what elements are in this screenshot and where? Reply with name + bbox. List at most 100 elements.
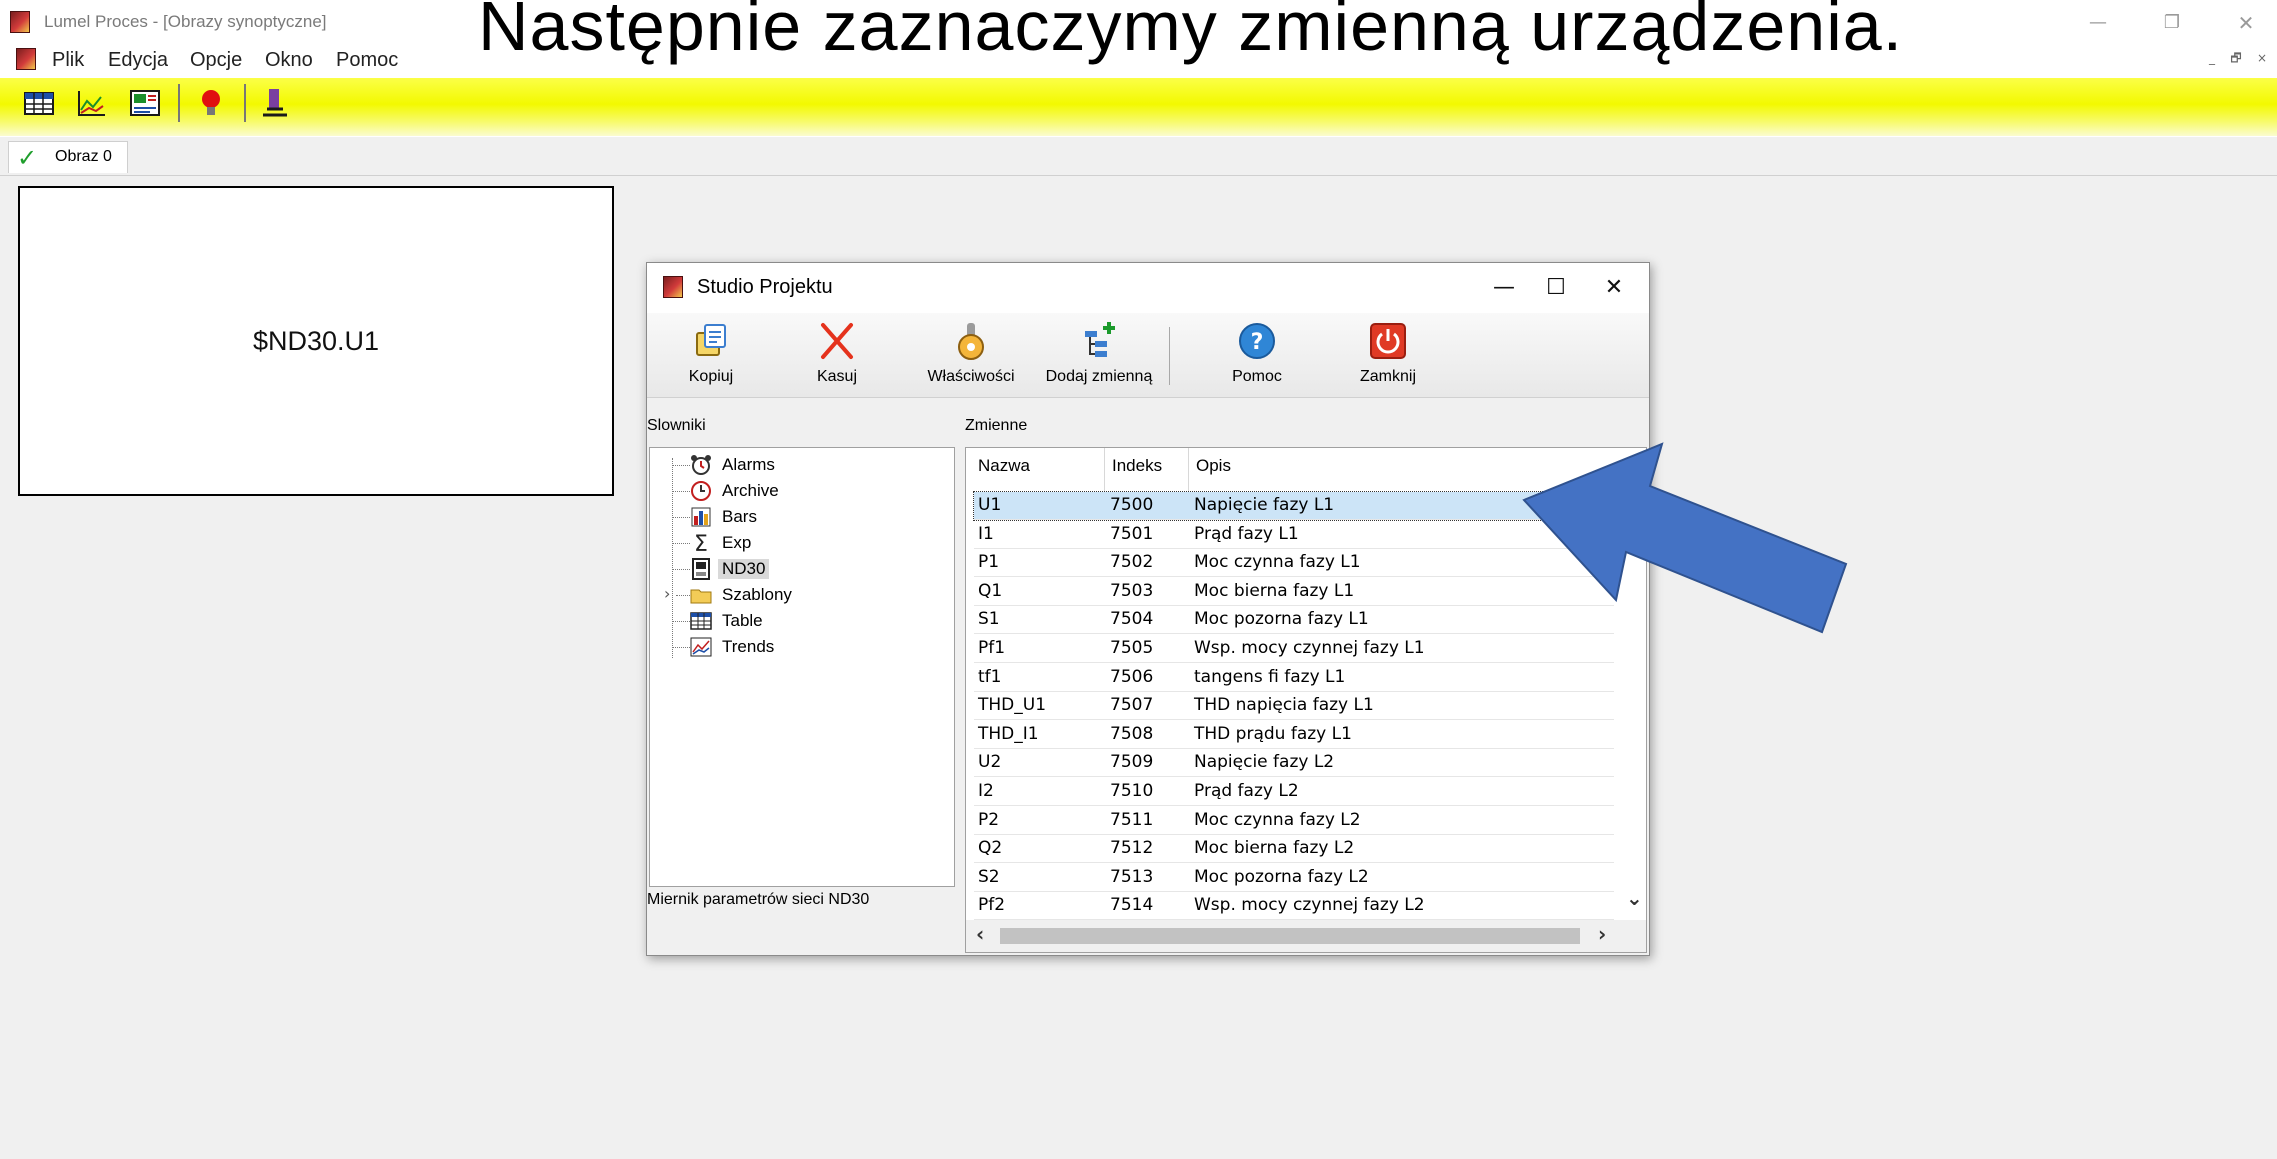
dialog-minimize-button[interactable]: — (1479, 269, 1529, 307)
menu-plik[interactable]: Plik (52, 46, 84, 74)
cell-nazwa: U2 (978, 752, 1002, 773)
cell-nazwa: Q1 (978, 580, 1003, 601)
cell-nazwa: THD_I1 (978, 723, 1039, 744)
scroll-down-arrow-icon[interactable]: ⌄ (1626, 886, 1643, 910)
table-row[interactable]: P2 7511 Moc czynna fazy L2 (974, 807, 1614, 835)
column-header-indeks[interactable]: Indeks (1112, 456, 1162, 476)
pomoc-button[interactable]: ? Pomoc (1217, 313, 1297, 397)
tree-item-trends[interactable]: Trends (650, 634, 950, 660)
help-icon: ? (1239, 323, 1275, 359)
dodaj-zmienna-button[interactable]: Dodaj zmienną (1037, 313, 1161, 397)
cell-nazwa: Pf1 (978, 638, 1006, 658)
menu-bar: Plik Edycja Opcje Okno Pomoc (0, 46, 460, 74)
dialog-close-button[interactable]: ✕ (1589, 269, 1639, 307)
synoptic-value-box[interactable]: $ND30.U1 (18, 186, 614, 496)
column-header-nazwa[interactable]: Nazwa (978, 456, 1030, 476)
menu-pomoc[interactable]: Pomoc (336, 46, 398, 74)
cell-opis: tangens fi fazy L1 (1194, 666, 1346, 687)
scroll-left-arrow-icon[interactable]: ‹ (976, 922, 984, 946)
table-row[interactable]: U2 7509 Napięcie fazy L2 (974, 749, 1614, 778)
kasuj-label: Kasuj (816, 368, 858, 385)
cell-nazwa: Pf2 (978, 895, 1006, 916)
table-row[interactable]: S2 7513 Moc pozorna fazy L2 (974, 864, 1614, 892)
tree-item-table[interactable]: Table (650, 608, 950, 634)
dictionary-tree[interactable]: Alarms Archive Bars Σ Exp ND30 › Szablon… (649, 447, 955, 887)
mdi-minimize-button[interactable]: _ (2202, 50, 2222, 66)
table-row[interactable]: THD_U1 7507 THD napięcia fazy L1 (974, 692, 1614, 721)
column-divider[interactable] (1188, 448, 1189, 492)
cell-opis: Moc bierna fazy L2 (1194, 838, 1355, 859)
tab-obraz-0[interactable]: ✓ Obraz 0 (8, 141, 128, 173)
menu-opcje[interactable]: Opcje (190, 46, 242, 74)
tree-item-bars[interactable]: Bars (650, 504, 950, 530)
table-icon[interactable] (22, 86, 56, 120)
cell-opis: Moc czynna fazy L2 (1194, 809, 1361, 830)
table-row[interactable]: I2 7510 Prąd fazy L2 (974, 778, 1614, 806)
mdi-restore-button[interactable]: 🗗 (2226, 50, 2246, 66)
dialog-maximize-button[interactable]: ☐ (1531, 269, 1581, 307)
cell-indeks: 7510 (1110, 781, 1154, 801)
column-header-opis[interactable]: Opis (1196, 456, 1231, 476)
kasuj-button[interactable]: Kasuj (797, 313, 877, 397)
table-row[interactable]: Pf2 7514 Wsp. mocy czynnej fazy L2 (974, 892, 1614, 921)
cell-opis: Moc pozorna fazy L2 (1194, 866, 1369, 887)
window-titlebar: Lumel Proces - [Obrazy synoptyczne] Nast… (0, 0, 2277, 65)
add-variable-icon (1085, 322, 1115, 357)
trend-icon[interactable] (128, 86, 162, 120)
horizontal-scrollbar[interactable]: ‹ › (966, 920, 1646, 952)
cell-opis: Moc czynna fazy L1 (1194, 552, 1361, 573)
tree-item-archive[interactable]: Archive (650, 478, 950, 504)
scroll-right-arrow-icon[interactable]: › (1598, 922, 1606, 946)
pomoc-label: Pomoc (1232, 368, 1282, 385)
tree-item-nd30[interactable]: ND30 (650, 556, 950, 582)
cell-nazwa: Q2 (978, 838, 1003, 859)
zamknij-button[interactable]: Zamknij (1343, 313, 1433, 397)
cell-opis: Moc pozorna fazy L1 (1194, 609, 1369, 630)
check-icon: ✓ (17, 144, 38, 172)
properties-icon (958, 323, 984, 360)
svg-text:?: ? (1251, 330, 1264, 355)
toolbar-separator (244, 84, 246, 122)
dictionaries-header: Slowniki (647, 417, 706, 434)
trends-icon (690, 637, 712, 657)
cell-opis: Prąd fazy L2 (1194, 781, 1299, 801)
horizontal-scroll-thumb[interactable] (1000, 928, 1580, 944)
menu-edycja[interactable]: Edycja (108, 46, 168, 74)
cell-indeks: 7511 (1110, 809, 1154, 830)
wlasciwosci-button[interactable]: Właściwości (923, 313, 1019, 397)
cell-indeks: 7501 (1110, 523, 1154, 544)
window-title: Lumel Proces - [Obrazy synoptyczne] (44, 12, 327, 31)
cell-opis: Napięcie fazy L2 (1194, 752, 1335, 773)
mdi-app-icon[interactable] (16, 48, 36, 70)
cell-indeks: 7514 (1110, 895, 1154, 916)
variables-header: Zmienne (965, 417, 1028, 434)
table-row[interactable]: Q2 7512 Moc bierna fazy L2 (974, 835, 1614, 864)
cell-nazwa: P1 (978, 552, 1000, 573)
dictionary-description: Miernik parametrów sieci ND30 (647, 891, 870, 908)
dialog-title: Studio Projektu (697, 276, 833, 298)
chevron-right-icon[interactable]: › (664, 584, 670, 603)
window-restore-button[interactable]: ❐ (2150, 8, 2194, 38)
zamknij-label: Zamknij (1359, 368, 1416, 385)
dialog-titlebar: Studio Projektu — ☐ ✕ (647, 263, 1649, 313)
tree-label: Bars (722, 507, 757, 526)
cell-nazwa: THD_U1 (978, 695, 1047, 716)
cell-nazwa: S2 (978, 866, 1000, 887)
menu-okno[interactable]: Okno (265, 46, 313, 74)
kopiuj-button[interactable]: Kopiuj (667, 313, 755, 397)
mdi-close-button[interactable]: × (2252, 50, 2272, 66)
tutorial-caption: Następnie zaznaczymy zmienną urządzenia. (478, 0, 1904, 65)
chart-icon[interactable] (74, 86, 108, 120)
tool-icon[interactable] (258, 86, 292, 120)
tree-item-exp[interactable]: Σ Exp (650, 530, 950, 556)
column-divider[interactable] (1104, 448, 1105, 492)
tree-item-alarms[interactable]: Alarms (650, 452, 950, 478)
table-row[interactable]: THD_I1 7508 THD prądu fazy L1 (974, 721, 1614, 749)
window-minimize-button[interactable]: — (2076, 8, 2120, 38)
window-close-button[interactable]: ✕ (2224, 8, 2268, 38)
alarm-bulb-icon[interactable] (194, 86, 228, 120)
alarm-clock-icon (691, 455, 711, 475)
tree-item-szablony[interactable]: › Szablony (650, 582, 950, 608)
cell-nazwa: tf1 (978, 666, 1002, 687)
synoptic-value-text: $ND30.U1 (252, 326, 380, 356)
